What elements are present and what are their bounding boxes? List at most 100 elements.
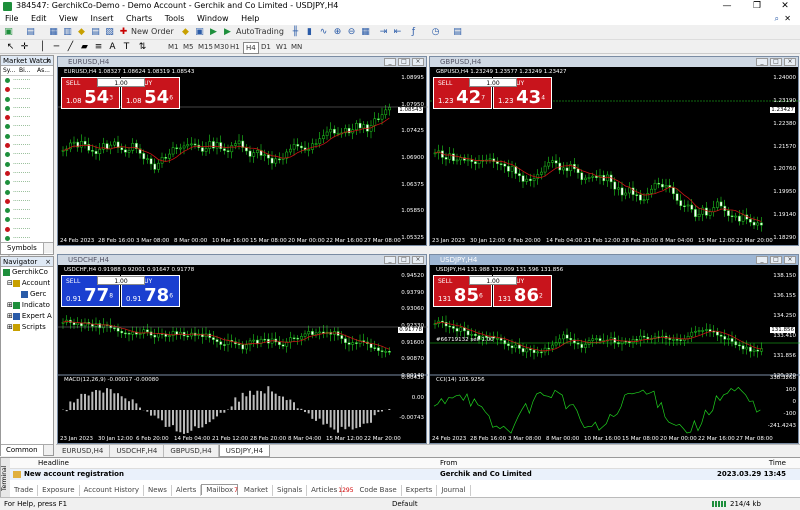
market-watch-row[interactable]: ········· — [1, 113, 53, 122]
autotrading-button[interactable]: AutoTrading — [236, 27, 284, 37]
terminal-tab-trade[interactable]: Trade — [10, 485, 38, 496]
chart-tab-eurusd[interactable]: EURUSD,H4 — [56, 445, 110, 457]
chart-close-button[interactable]: × — [784, 58, 796, 66]
tf-m15[interactable]: M15 — [198, 42, 213, 52]
menu-charts[interactable]: Charts — [121, 13, 157, 25]
market-watch-row[interactable]: ········· — [1, 178, 53, 187]
nav-accounts[interactable]: ⊟Account — [1, 278, 53, 289]
menu-window[interactable]: Window — [192, 13, 234, 25]
nav-scripts[interactable]: ⊞Scripts — [1, 322, 53, 333]
chart-tab-usdchf[interactable]: USDCHF,H4 — [110, 445, 164, 457]
market-watch-row[interactable]: ········· — [1, 206, 53, 215]
restore-button[interactable]: ❐ — [742, 0, 772, 13]
horizontal-line-icon[interactable]: ─ — [51, 42, 62, 53]
nav-root[interactable]: GerchikCo — [1, 267, 53, 278]
data-window-icon[interactable]: ▥ — [62, 27, 73, 38]
market-watch-row[interactable]: ········· — [1, 160, 53, 169]
col-headline[interactable]: Headline — [38, 458, 69, 469]
navigator-icon[interactable]: ◆ — [76, 27, 87, 38]
mdi-close-icon[interactable]: ✕ — [779, 13, 796, 25]
tf-w1[interactable]: W1 — [276, 42, 287, 52]
nav-indicators[interactable]: ⊞Indicato — [1, 300, 53, 311]
autoscroll-icon[interactable]: ⇥ — [378, 27, 389, 38]
terminal-icon[interactable]: ▤ — [90, 27, 101, 38]
trendline-icon[interactable]: ╱ — [65, 42, 76, 53]
chart-close-button[interactable]: × — [412, 58, 424, 66]
terminal-tab-mailbox[interactable]: Mailbox — [201, 484, 238, 495]
new-order-button[interactable]: New Order — [131, 27, 174, 37]
tf-d1[interactable]: D1 — [261, 42, 271, 52]
chart-title-bar[interactable]: GBPUSD,H4 _ □ × — [430, 57, 798, 67]
chart-minimize-button[interactable]: _ — [756, 58, 768, 66]
tf-m5[interactable]: M5 — [183, 42, 194, 52]
new-order-icon[interactable]: ✚ — [118, 27, 129, 38]
cursor-icon[interactable]: ↖ — [5, 42, 16, 53]
tf-mn[interactable]: MN — [291, 42, 302, 52]
nav-experts[interactable]: ⊞Expert A — [1, 311, 53, 322]
menu-insert[interactable]: Insert — [86, 13, 119, 25]
terminal-tab-journal[interactable]: Journal — [437, 485, 470, 496]
chart-maximize-button[interactable]: □ — [770, 58, 782, 66]
menu-edit[interactable]: Edit — [26, 13, 52, 25]
col-time[interactable]: Time — [769, 458, 786, 469]
tab-symbols[interactable]: Symbols — [1, 243, 44, 254]
tf-h4[interactable]: H4 — [243, 42, 259, 54]
terminal-tab-signals[interactable]: Signals — [273, 485, 307, 496]
indicators-icon[interactable]: ƒ — [408, 27, 419, 38]
lot-size-input[interactable]: 1.00 — [97, 78, 145, 87]
line-chart-icon[interactable]: ∿ — [318, 27, 329, 38]
chart-shift-icon[interactable]: ⇤ — [392, 27, 403, 38]
col-bid[interactable]: Bi... — [19, 66, 31, 76]
terminal-tab-experts[interactable]: Experts — [402, 485, 438, 496]
terminal-tab-articles[interactable]: Articles — [307, 485, 342, 496]
market-watch-row[interactable]: ········· — [1, 85, 53, 94]
chart-window-usdjpy[interactable]: USDJPY,H4 _ □ ×USDJPY,H4 131.988 132.009… — [429, 254, 799, 444]
terminal-tab-market[interactable]: Market — [240, 485, 273, 496]
autotrading-icon[interactable]: ▶ — [222, 27, 233, 38]
menu-tools[interactable]: Tools — [160, 13, 190, 25]
tf-m1[interactable]: M1 — [168, 42, 179, 52]
chart-window-eurusd[interactable]: EURUSD,H4 _ □ ×EURUSD,H4 1.08327 1.08624… — [57, 56, 427, 246]
chart-minimize-button[interactable]: _ — [384, 58, 396, 66]
col-from[interactable]: From — [440, 458, 457, 469]
crosshair-icon[interactable]: ✛ — [19, 42, 30, 53]
tf-m30[interactable]: M30 — [214, 42, 229, 52]
chart-close-button[interactable]: × — [412, 256, 424, 264]
terminal-tab-account-history[interactable]: Account History — [80, 485, 144, 496]
market-watch-icon[interactable]: ▦ — [48, 27, 59, 38]
periods-icon[interactable]: ◷ — [430, 27, 441, 38]
chart-minimize-button[interactable]: _ — [384, 256, 396, 264]
menu-view[interactable]: View — [54, 13, 83, 25]
market-watch-row[interactable]: ········· — [1, 76, 53, 85]
candlestick-icon[interactable]: ▮ — [304, 27, 315, 38]
channel-icon[interactable]: ▰ — [79, 42, 90, 53]
chart-maximize-button[interactable]: □ — [398, 256, 410, 264]
close-button[interactable]: ✕ — [770, 0, 800, 13]
zoom-in-icon[interactable]: ⊕ — [332, 27, 343, 38]
col-symbol[interactable]: Sy... — [3, 66, 15, 76]
chart-title-bar[interactable]: EURUSD,H4 _ □ × — [58, 57, 426, 67]
nav-account-item[interactable]: Gerc — [1, 289, 53, 300]
label-icon[interactable]: T — [121, 42, 132, 53]
chart-window-usdchf[interactable]: USDCHF,H4 _ □ ×USDCHF,H4 0.91988 0.92001… — [57, 254, 427, 444]
menu-help[interactable]: Help — [236, 13, 264, 25]
lot-size-input[interactable]: 1.00 — [469, 276, 517, 285]
market-watch-row[interactable]: ········· — [1, 104, 53, 113]
mail-row[interactable]: New account registration Gerchik and Co … — [10, 469, 800, 480]
market-watch-row[interactable]: ········· — [1, 225, 53, 234]
tester-icon[interactable]: ▧ — [104, 27, 115, 38]
text-icon[interactable]: A — [107, 42, 118, 53]
chart-minimize-button[interactable]: _ — [756, 256, 768, 264]
terminal-tab-news[interactable]: News — [144, 485, 172, 496]
new-chart-icon[interactable]: ▣ — [3, 27, 14, 38]
tf-h1[interactable]: H1 — [230, 42, 240, 52]
terminal-tab-code-base[interactable]: Code Base — [356, 485, 402, 496]
terminal-tab-exposure[interactable]: Exposure — [38, 485, 79, 496]
templates-icon[interactable]: ▤ — [452, 27, 463, 38]
chart-maximize-button[interactable]: □ — [398, 58, 410, 66]
metaeditor-icon[interactable]: ◆ — [180, 27, 191, 38]
market-watch-row[interactable]: ········· — [1, 141, 53, 150]
chart-window-gbpusd[interactable]: GBPUSD,H4 _ □ ×GBPUSD,H4 1.23249 1.23577… — [429, 56, 799, 246]
col-ask[interactable]: As... — [37, 66, 50, 76]
chart-title-bar[interactable]: USDCHF,H4 _ □ × — [58, 255, 426, 265]
